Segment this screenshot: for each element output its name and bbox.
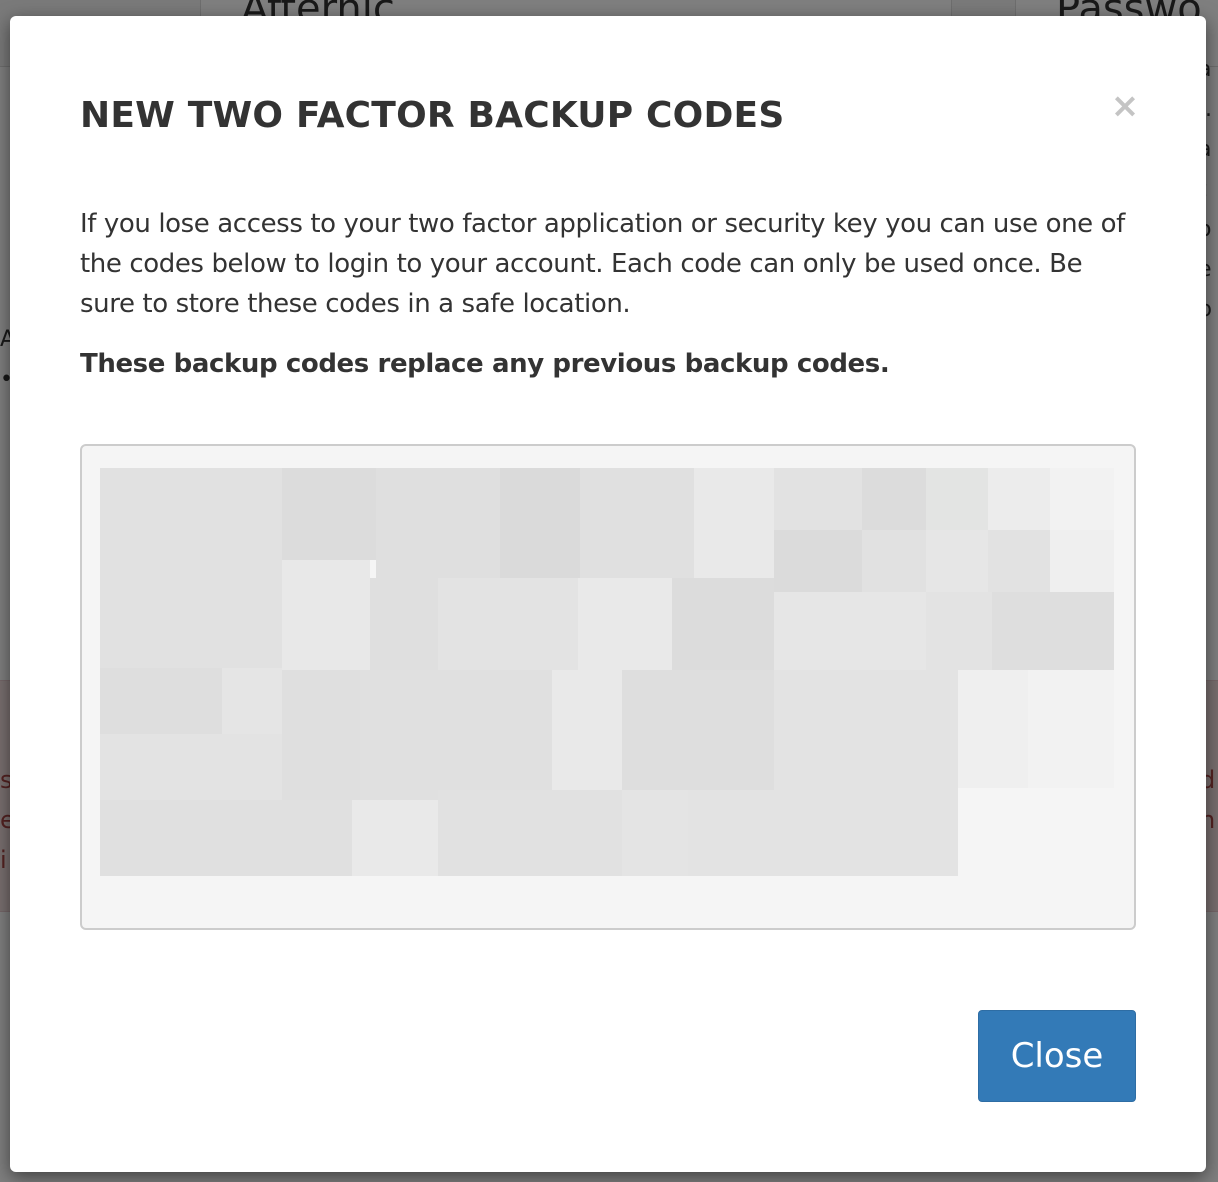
redaction-block: [376, 468, 500, 578]
redaction-block: [694, 468, 774, 578]
redaction-block: [100, 668, 222, 734]
redaction-block: [926, 530, 988, 592]
redaction-block: [992, 592, 1114, 670]
redaction-block: [360, 670, 552, 800]
redaction-block: [282, 734, 360, 800]
redaction-block: [500, 468, 580, 578]
redaction-block: [622, 790, 688, 876]
close-icon[interactable]: ×: [1108, 86, 1142, 126]
modal-title: NEW TWO FACTOR BACKUP CODES: [80, 95, 785, 136]
redaction-block: [862, 530, 926, 592]
redaction-block: [1028, 670, 1114, 788]
redaction-block: [282, 670, 360, 734]
redaction-block: [1050, 468, 1114, 530]
redaction-block: [580, 468, 694, 578]
redaction-block: [438, 790, 622, 876]
redaction-block: [622, 670, 774, 790]
backup-codes-redacted: [100, 468, 1114, 876]
redaction-block: [672, 578, 774, 670]
redaction-block: [988, 468, 1050, 530]
backup-codes-modal: NEW TWO FACTOR BACKUP CODES × If you los…: [10, 16, 1206, 1172]
redaction-block: [926, 468, 988, 530]
redaction-block: [438, 578, 578, 670]
redaction-block: [958, 670, 1028, 788]
redaction-block: [222, 668, 282, 734]
redaction-block: [926, 592, 992, 670]
backup-codes-box: [80, 444, 1136, 930]
redaction-block: [100, 734, 282, 800]
redaction-block: [774, 670, 958, 790]
close-button[interactable]: Close: [978, 1010, 1136, 1102]
redaction-block: [578, 578, 672, 670]
redaction-block: [862, 468, 926, 530]
redaction-block: [282, 468, 376, 560]
redaction-block: [370, 578, 438, 670]
redaction-block: [988, 530, 1050, 592]
redaction-block: [774, 592, 926, 670]
redaction-block: [100, 800, 352, 876]
redaction-block: [1050, 530, 1114, 592]
redaction-block: [774, 468, 862, 530]
redaction-block: [100, 468, 282, 668]
redaction-block: [282, 560, 370, 670]
modal-description: If you lose access to your two factor ap…: [80, 209, 1125, 319]
modal-warning: These backup codes replace any previous …: [80, 349, 890, 379]
redaction-block: [552, 670, 622, 790]
redaction-block: [688, 790, 958, 876]
redaction-block: [352, 800, 438, 876]
redaction-block: [774, 530, 862, 592]
